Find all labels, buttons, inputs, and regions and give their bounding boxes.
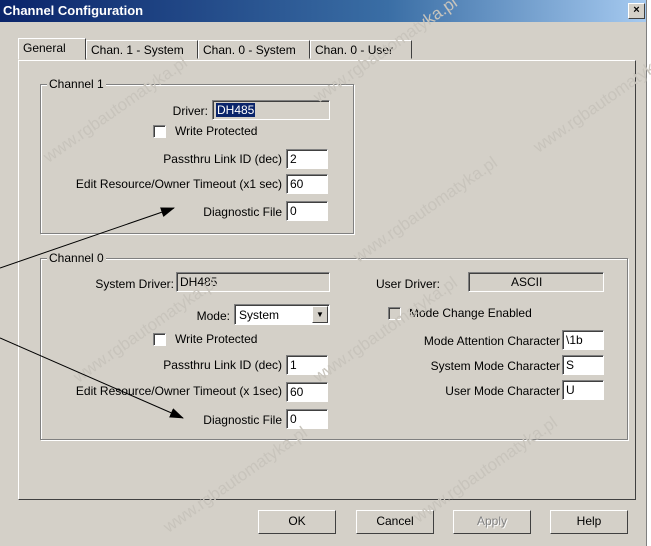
callout-arrow-channel0-diag bbox=[0, 337, 184, 419]
callout-arrow-channel1-diag bbox=[0, 207, 175, 269]
callout-arrows bbox=[0, 207, 184, 419]
tab-general[interactable]: General bbox=[18, 38, 86, 60]
